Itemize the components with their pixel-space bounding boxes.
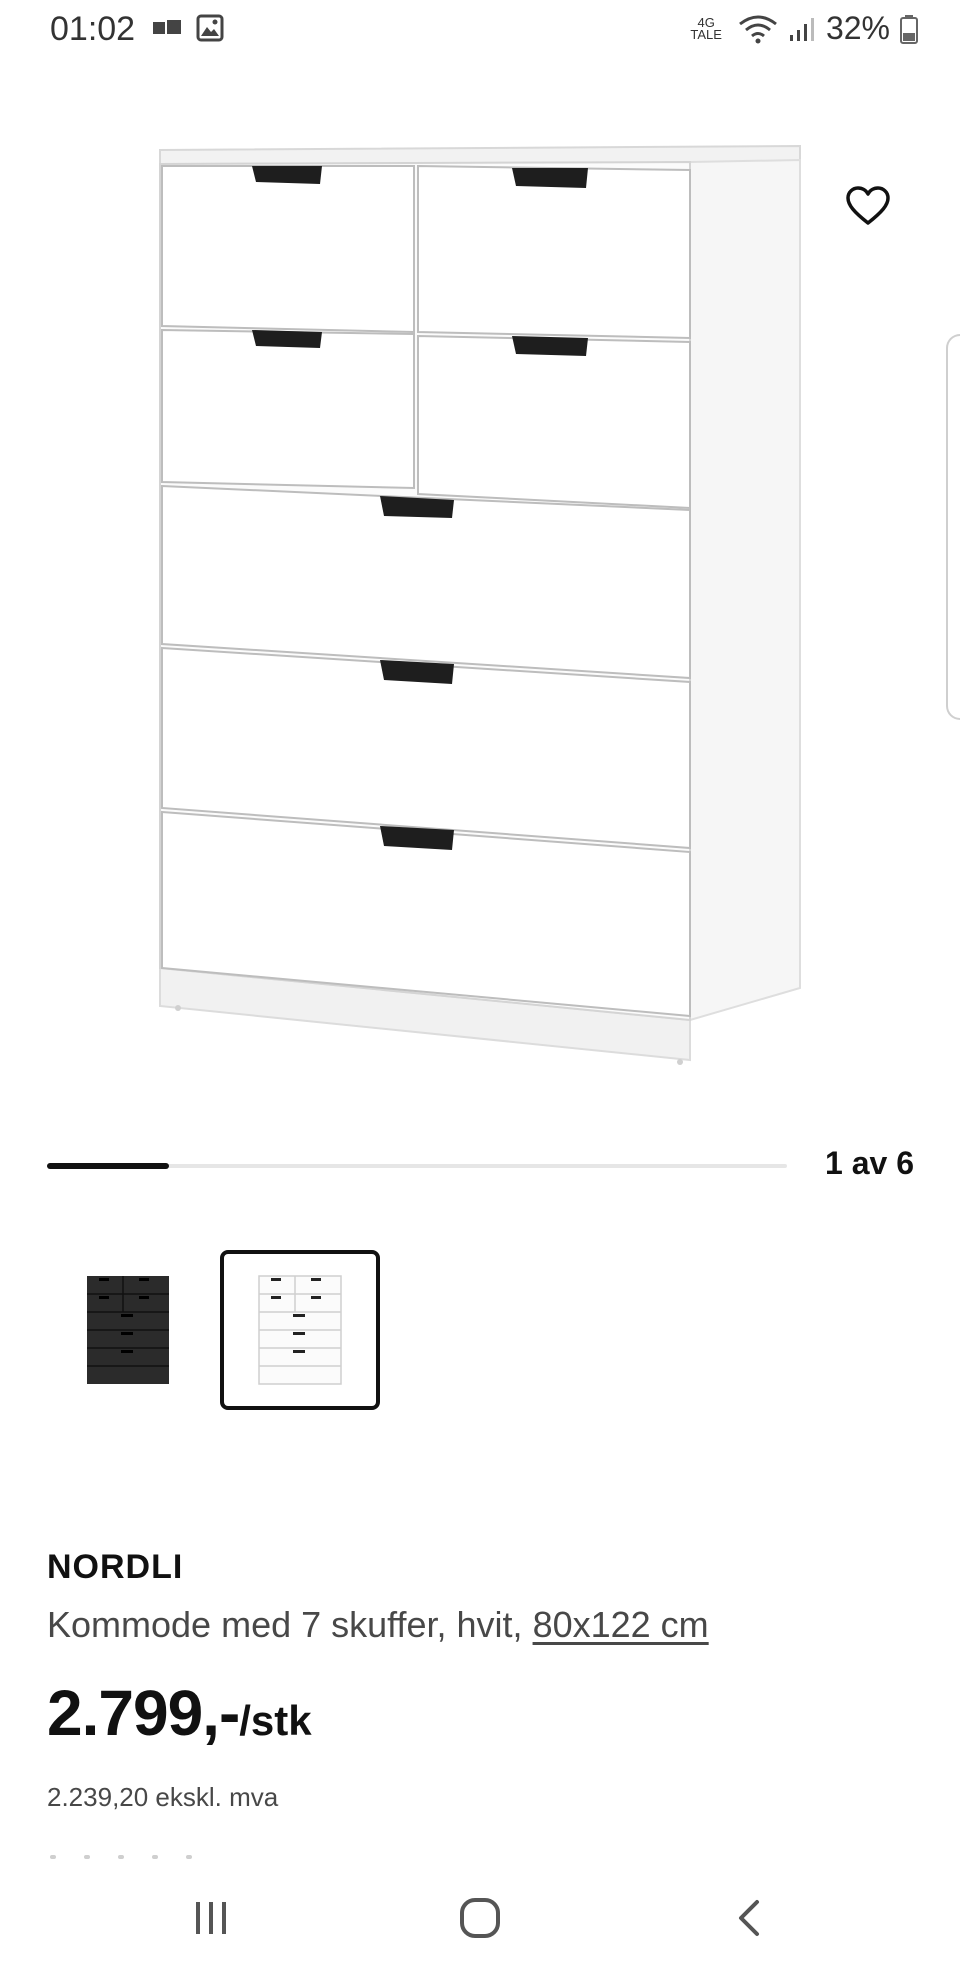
product-description-text: Kommode med 7 skuffer, hvit,: [47, 1604, 533, 1645]
dresser-thumbnail-white: [258, 1275, 342, 1385]
battery-percentage: 32%: [825, 10, 890, 46]
product-image[interactable]: [0, 80, 960, 1120]
drawer-front: [417, 164, 691, 340]
recent-apps-icon: [196, 1902, 226, 1934]
gallery-icon: [196, 14, 224, 42]
signal-icon: [789, 17, 814, 41]
dresser-image: [159, 144, 801, 1065]
notification-message-icon: [153, 20, 181, 34]
system-navigation-bar: [0, 1862, 960, 1973]
home-button[interactable]: [440, 1882, 520, 1954]
price-ex-vat: 2.239,20 ekskl. mva: [47, 1782, 279, 1812]
recent-apps-button[interactable]: [171, 1882, 251, 1954]
thumbnail-anthracite[interactable]: [48, 1250, 208, 1410]
dresser-thumbnail-dark: [87, 1276, 169, 1384]
drawer-front: [161, 328, 415, 490]
price-value: 2.799,-: [47, 1677, 240, 1749]
status-bar: 01:02 4G TALE 32%: [0, 0, 960, 60]
wishlist-button[interactable]: [838, 176, 898, 236]
product-dimensions-link[interactable]: 80x122 cm: [533, 1604, 709, 1645]
back-icon: [739, 1900, 759, 1936]
product-price: 2.799,-/stk: [47, 1676, 312, 1750]
wifi-icon: [739, 15, 777, 43]
drawer-front: [161, 165, 415, 334]
thumbnail-white-selected[interactable]: [220, 1250, 380, 1410]
side-panel-handle[interactable]: [946, 334, 960, 720]
price-unit: /stk: [239, 1697, 312, 1744]
drawer-front: [417, 334, 691, 510]
status-right: 4G TALE 32%: [690, 10, 918, 47]
image-pager-progress: [47, 1163, 169, 1169]
product-name: NORDLI: [47, 1548, 184, 1586]
product-description: Kommode med 7 skuffer, hvit, 80x122 cm: [47, 1604, 709, 1646]
back-button[interactable]: [710, 1882, 790, 1954]
home-icon: [460, 1898, 500, 1938]
image-pager-label: 1 av 6: [825, 1145, 914, 1181]
rating-partial: [50, 1855, 192, 1859]
battery-icon: [900, 14, 918, 44]
notification-icons: [152, 14, 224, 42]
status-time: 01:02: [50, 10, 136, 48]
network-indicator: 4G TALE: [690, 14, 722, 42]
heart-outline-icon: [846, 186, 890, 225]
